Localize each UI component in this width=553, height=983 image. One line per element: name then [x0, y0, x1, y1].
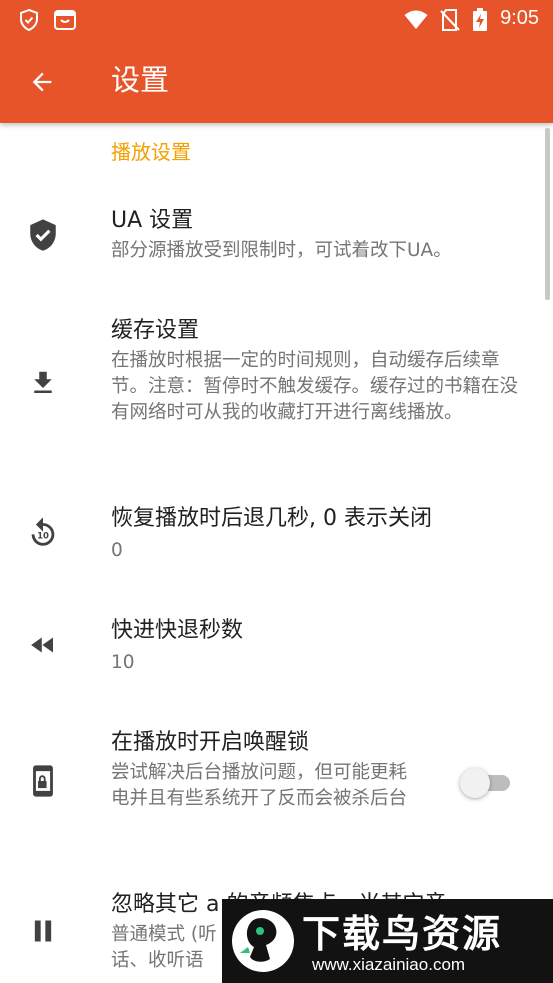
shield-icon	[24, 216, 62, 254]
battery-charging-icon	[473, 8, 487, 31]
pref-summary: 尝试解决后台播放问题，但可能更耗电并且有些系统开了反而会被杀后台	[111, 762, 408, 809]
toolbar: 设置	[0, 40, 553, 123]
pref-title: 在播放时开启唤醒锁	[111, 730, 310, 755]
pref-wake-lock[interactable]: 在播放时开启唤醒锁 尝试解决后台播放问题，但可能更耗电并且有些系统开了反而会被杀…	[0, 718, 553, 848]
wake-lock-switch[interactable]	[460, 766, 512, 798]
svg-text:10: 10	[37, 532, 49, 542]
pref-summary: 10	[111, 652, 135, 673]
bird-logo-icon	[232, 910, 294, 972]
no-sim-icon	[440, 9, 460, 31]
wifi-icon	[404, 10, 428, 29]
pref-title: UA 设置	[111, 208, 194, 233]
phone-lock-icon	[24, 762, 62, 800]
fast-rewind-icon	[24, 626, 62, 664]
pref-summary: 0	[111, 540, 123, 561]
pref-seek-seconds[interactable]: 快进快退秒数 10	[0, 606, 553, 696]
pref-title: 快进快退秒数	[111, 618, 244, 643]
pref-resume-rewind[interactable]: 10 恢复播放时后退几秒, 0 表示关闭 0	[0, 494, 553, 584]
pref-summary: 在播放时根据一定的时间规则，自动缓存后续章节。注意：暂停时不触发缓存。缓存过的书…	[111, 350, 519, 423]
download-icon	[24, 364, 62, 402]
section-header-playback: 播放设置	[111, 140, 191, 164]
page-title: 设置	[111, 63, 170, 97]
pref-summary: 普通模式 (听	[111, 924, 217, 945]
back-button[interactable]	[18, 58, 66, 106]
watermark: 下载鸟资源 www.xiazainiao.com	[222, 899, 553, 983]
app-bar: 9:05 设置	[0, 0, 553, 123]
replay-10-icon: 10	[24, 514, 62, 552]
watermark-url: www.xiazainiao.com	[312, 955, 466, 974]
pref-summary: 部分源播放受到限制时，可试着改下UA。	[111, 240, 452, 261]
pause-icon	[24, 912, 62, 950]
arrow-back-icon	[32, 72, 52, 92]
shield-check-icon	[20, 8, 38, 32]
pref-title: 恢复播放时后退几秒, 0 表示关闭	[111, 506, 432, 531]
pref-ua-settings[interactable]: UA 设置 部分源播放受到限制时，可试着改下UA。	[0, 196, 553, 286]
pref-cache-settings[interactable]: 缓存设置 在播放时根据一定的时间规则，自动缓存后续章节。注意：暂停时不触发缓存。…	[0, 306, 553, 466]
pref-summary-line3: 话、收听语	[111, 950, 204, 971]
status-time: 9:05	[500, 7, 539, 29]
pref-title: 缓存设置	[111, 318, 200, 343]
switch-thumb	[460, 768, 490, 798]
watermark-title: 下载鸟资源	[302, 912, 503, 956]
status-bar: 9:05	[0, 0, 553, 40]
tv-app-icon	[54, 10, 76, 30]
